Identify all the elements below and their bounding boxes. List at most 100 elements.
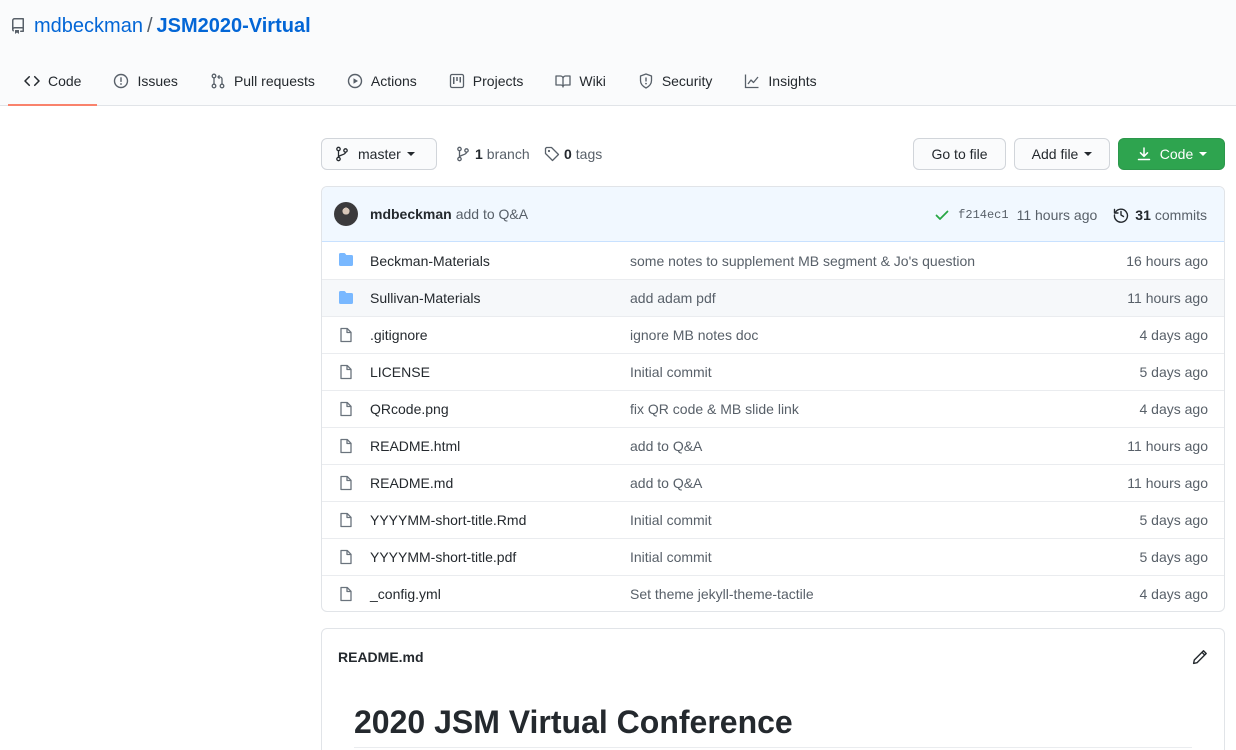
file-icon <box>338 512 356 528</box>
file-rows: Beckman-Materials some notes to supplemen… <box>322 242 1224 611</box>
tab-label: Wiki <box>579 73 606 89</box>
pull-request-icon <box>211 73 225 89</box>
file-commit-message-link[interactable]: fix QR code & MB slide link <box>630 401 799 417</box>
file-commit-message-link[interactable]: add to Q&A <box>630 475 702 491</box>
readme-filename: README.md <box>338 649 424 665</box>
tab-projects[interactable]: Projects <box>433 58 540 104</box>
file-name-link[interactable]: README.html <box>370 438 460 454</box>
file-commit-message-link[interactable]: ignore MB notes doc <box>630 327 758 343</box>
file-row[interactable]: Beckman-Materials some notes to supplemen… <box>322 242 1224 279</box>
branch-word: branch <box>486 146 530 162</box>
chevron-down-icon <box>1084 152 1093 156</box>
file-commit-age: 4 days ago <box>1139 327 1209 343</box>
branch-count: 1 <box>475 146 483 162</box>
file-name-link[interactable]: LICENSE <box>370 364 430 380</box>
graph-icon <box>745 74 759 89</box>
pencil-icon[interactable] <box>1192 649 1208 665</box>
file-commit-age: 5 days ago <box>1139 549 1209 565</box>
file-name-link[interactable]: QRcode.png <box>370 401 449 417</box>
add-file-button[interactable]: Add file <box>1014 138 1110 170</box>
file-icon <box>338 586 356 602</box>
commit-sha-link[interactable]: f214ec1 <box>958 208 1008 222</box>
repo-title: mdbeckman / JSM2020-Virtual <box>10 14 311 38</box>
file-name-link[interactable]: .gitignore <box>370 327 428 343</box>
file-row[interactable]: README.html add to Q&A 11 hours ago <box>322 427 1224 464</box>
project-icon <box>449 73 464 89</box>
file-commit-message-link[interactable]: Initial commit <box>630 512 712 528</box>
readme-divider <box>354 747 1192 748</box>
file-icon <box>338 401 356 417</box>
tab-pull-requests[interactable]: Pull requests <box>194 58 331 104</box>
chevron-down-icon <box>406 152 415 156</box>
file-name-link[interactable]: YYYYMM-short-title.Rmd <box>370 512 526 528</box>
file-name-link[interactable]: Beckman-Materials <box>370 253 490 269</box>
file-commit-message-link[interactable]: Initial commit <box>630 364 712 380</box>
file-commit-message-link[interactable]: add to Q&A <box>630 438 702 454</box>
repo-tabs: Code Issues Pull requests Actions Projec… <box>8 58 833 106</box>
file-commit-age: 4 days ago <box>1139 586 1209 602</box>
commit-message-link[interactable]: add to Q&A <box>456 206 528 222</box>
branch-icon <box>457 146 469 162</box>
file-commit-message-link[interactable]: some notes to supplement MB segment & Jo… <box>630 253 975 269</box>
file-commit-message-link[interactable]: add adam pdf <box>630 290 716 306</box>
folder-icon <box>338 290 356 306</box>
commit-word: commits <box>1154 206 1207 223</box>
code-button-label: Code <box>1159 146 1194 162</box>
commit-count: 31 <box>1135 206 1151 223</box>
branches-link[interactable]: 1 branch <box>455 138 530 170</box>
file-row[interactable]: QRcode.png fix QR code & MB slide link 4 d… <box>322 390 1224 427</box>
tag-icon <box>544 146 560 162</box>
file-commit-message-link[interactable]: Set theme jekyll-theme-tactile <box>630 586 814 602</box>
file-icon <box>338 549 356 565</box>
file-row[interactable]: YYYYMM-short-title.Rmd Initial commit 5 da… <box>322 501 1224 538</box>
commits-history-link[interactable]: 31 commits <box>1113 207 1207 223</box>
file-name-link[interactable]: _config.yml <box>370 586 441 602</box>
file-name-link[interactable]: README.md <box>370 475 453 491</box>
file-icon <box>338 327 356 343</box>
tab-label: Projects <box>472 73 524 89</box>
file-row[interactable]: LICENSE Initial commit 5 days ago <box>322 353 1224 390</box>
tab-wiki[interactable]: Wiki <box>539 58 621 104</box>
tags-link[interactable]: 0 tags <box>544 138 602 170</box>
go-to-file-button[interactable]: Go to file <box>913 138 1006 170</box>
code-icon <box>24 75 40 87</box>
file-row[interactable]: YYYYMM-short-title.pdf Initial commit 5 da… <box>322 538 1224 575</box>
commit-age: 11 hours ago <box>1016 206 1098 223</box>
readme-header: README.md <box>322 629 1224 685</box>
commit-author-link[interactable]: mdbeckman <box>370 206 452 222</box>
tab-issues[interactable]: Issues <box>97 58 193 104</box>
repo-header: mdbeckman / JSM2020-Virtual Code Issues … <box>0 0 1236 106</box>
file-name-link[interactable]: Sullivan-Materials <box>370 290 480 306</box>
commit-meta: f214ec1 11 hours ago 31 commits <box>934 187 1207 242</box>
chevron-down-icon <box>1199 152 1208 156</box>
branch-name: master <box>358 146 401 162</box>
file-commit-message-link[interactable]: Initial commit <box>630 549 712 565</box>
file-toolbar: master 1 branch 0 tags Go to file Add fi… <box>321 138 1225 170</box>
tab-label: Security <box>661 73 713 89</box>
issue-icon <box>114 73 129 89</box>
repo-separator: / <box>146 14 153 37</box>
tab-actions[interactable]: Actions <box>331 58 433 104</box>
tab-code[interactable]: Code <box>8 58 98 106</box>
repo-owner-link[interactable]: mdbeckman <box>34 15 143 38</box>
repo-name-link[interactable]: JSM2020-Virtual <box>157 15 311 38</box>
add-file-label: Add file <box>1031 146 1079 162</box>
repo-icon <box>12 18 24 34</box>
file-row[interactable]: Sullivan-Materials add adam pdf 11 hours a… <box>322 279 1224 316</box>
check-icon[interactable] <box>934 207 950 223</box>
file-name-link[interactable]: YYYYMM-short-title.pdf <box>370 549 516 565</box>
file-row[interactable]: _config.yml Set theme jekyll-theme-tactil… <box>322 575 1224 611</box>
tab-insights[interactable]: Insights <box>728 58 832 104</box>
avatar[interactable] <box>334 202 358 226</box>
code-download-button[interactable]: Code <box>1118 138 1225 170</box>
file-icon <box>338 364 356 380</box>
file-row[interactable]: .gitignore ignore MB notes doc 4 days ago <box>322 316 1224 353</box>
shield-icon <box>639 73 652 89</box>
tab-label: Insights <box>768 73 817 89</box>
readme-heading: 2020 JSM Virtual Conference <box>354 704 793 740</box>
file-commit-age: 11 hours ago <box>1127 438 1208 454</box>
file-row[interactable]: README.md add to Q&A 11 hours ago <box>322 464 1224 501</box>
branch-select-button[interactable]: master <box>321 138 437 170</box>
download-icon <box>1137 147 1151 161</box>
tab-security[interactable]: Security <box>622 58 729 104</box>
